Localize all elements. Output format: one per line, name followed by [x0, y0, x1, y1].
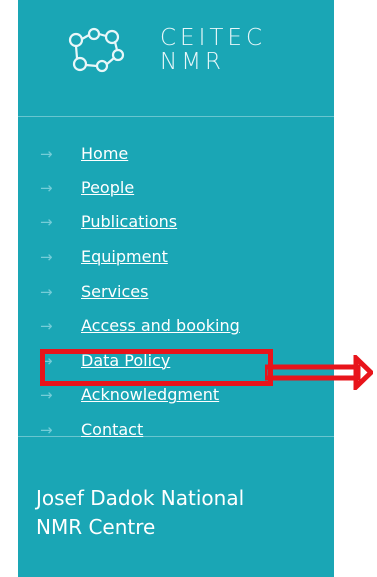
- arrow-right-icon: →: [40, 145, 53, 163]
- callout-arrow-icon: [265, 355, 373, 390]
- footer-title: Josef Dadok National NMR Centre: [36, 486, 245, 539]
- menu-label-services[interactable]: Services: [81, 282, 148, 302]
- page: CEITEC NMR → Home → People → Publication…: [0, 0, 377, 577]
- menu-label-home[interactable]: Home: [81, 144, 128, 164]
- arrow-right-icon: →: [40, 179, 53, 197]
- arrow-right-icon: →: [40, 248, 53, 266]
- footer-divider: [18, 436, 334, 437]
- menu-label-publications[interactable]: Publications: [81, 212, 177, 232]
- arrow-right-icon: →: [40, 283, 53, 301]
- menu-item-contact[interactable]: → Contact: [18, 418, 334, 446]
- menu-item-publications[interactable]: → Publications: [18, 210, 334, 238]
- menu-label-equipment[interactable]: Equipment: [81, 247, 168, 267]
- arrow-right-icon: →: [40, 317, 53, 335]
- brand-logo[interactable]: CEITEC NMR: [58, 22, 268, 80]
- menu-item-services[interactable]: → Services: [18, 280, 334, 308]
- menu-item-equipment[interactable]: → Equipment: [18, 245, 334, 273]
- logo-text-line2: NMR: [160, 49, 226, 75]
- arrow-right-icon: →: [40, 421, 53, 439]
- menu-label-contact[interactable]: Contact: [81, 420, 143, 440]
- arrow-right-icon: →: [40, 213, 53, 231]
- menu-item-access-and-booking[interactable]: → Access and booking: [18, 314, 334, 342]
- menu-item-people[interactable]: → People: [18, 176, 334, 204]
- molecule-icon: [68, 27, 125, 73]
- menu-label-acknowledgment[interactable]: Acknowledgment: [81, 385, 219, 405]
- logo-text: CEITEC NMR: [160, 26, 266, 74]
- logo-text-line1: CEITEC: [160, 25, 267, 51]
- menu-label-access-and-booking[interactable]: Access and booking: [81, 316, 240, 336]
- menu-label-people[interactable]: People: [81, 178, 134, 198]
- arrow-right-icon: →: [40, 386, 53, 404]
- top-divider: [18, 116, 334, 117]
- highlight-rectangle: [40, 349, 273, 386]
- menu-item-home[interactable]: → Home: [18, 142, 334, 170]
